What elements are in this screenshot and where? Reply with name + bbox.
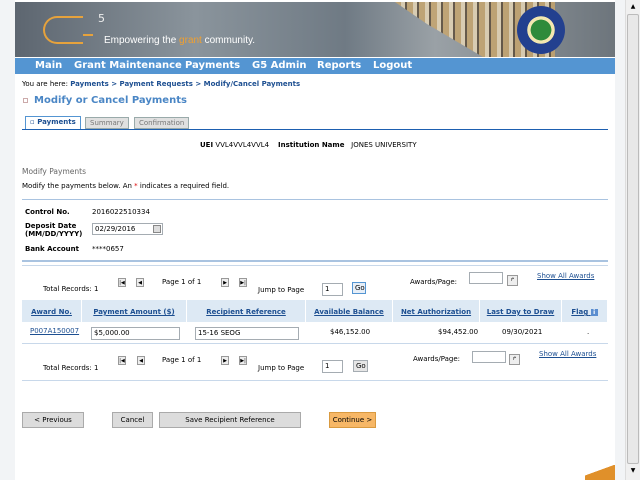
section-title: Modify Payments [22, 167, 86, 176]
first-page-icon[interactable]: |◀ [118, 356, 126, 365]
jump-to-page-input[interactable]: 1 [322, 360, 343, 373]
payment-amount-input[interactable]: $5,000.00 [91, 327, 180, 340]
previous-button[interactable]: < Previous [22, 412, 84, 428]
scroll-down-icon[interactable]: ▼ [626, 464, 640, 478]
awards-per-page-input[interactable] [469, 272, 503, 284]
col-net-authorization[interactable]: Net Authorization [393, 300, 480, 322]
prev-page-icon[interactable]: ◀ [137, 356, 145, 365]
recipient-reference-input[interactable]: 15-16 SEOG [195, 327, 299, 340]
bank-value: ****0657 [92, 245, 124, 253]
last-page-icon[interactable]: ▶| [239, 356, 247, 365]
cancel-button[interactable]: Cancel [112, 412, 153, 428]
continue-button[interactable]: Continue > [329, 412, 376, 428]
go-button[interactable]: Go [352, 282, 366, 294]
col-recipient-reference[interactable]: Recipient Reference [187, 300, 306, 322]
tagline: Empowering the grant community. [104, 35, 256, 46]
instructions: Modify the payments below. An * indicate… [22, 182, 230, 190]
awards-per-page-input[interactable] [472, 351, 506, 363]
jump-to-page-input[interactable]: 1 [322, 283, 343, 296]
vertical-scrollbar[interactable]: ▲ ▼ [625, 0, 640, 480]
institution-info: UEI VVL4VVL4VVL4 Institution Name JONES … [200, 141, 417, 149]
col-last-day-to-draw[interactable]: Last Day to Draw [480, 300, 562, 322]
apply-arrow-icon[interactable]: ↱ [509, 354, 520, 365]
breadcrumb-payment-requests[interactable]: Payment Requests [120, 80, 193, 88]
first-page-icon[interactable]: |◀ [118, 278, 126, 287]
tab-underline [22, 129, 608, 130]
deposit-label: Deposit Date (MM/DD/YYYY) [25, 222, 83, 238]
col-payment-amount[interactable]: Payment Amount ($) [82, 300, 187, 322]
g5-logo [43, 16, 83, 44]
nav-g5-admin[interactable]: G5 Admin [252, 60, 307, 71]
control-label: Control No. [25, 208, 70, 216]
tab-summary[interactable]: Summary [85, 117, 129, 129]
bank-label: Bank Account [25, 245, 79, 253]
save-recipient-reference-button[interactable]: Save Recipient Reference [159, 412, 301, 428]
calendar-icon[interactable] [153, 225, 161, 233]
header-banner: 5 Empowering the grant community. [15, 2, 615, 57]
go-button[interactable]: Go [353, 360, 368, 372]
breadcrumb: You are here: Payments > Payment Request… [22, 80, 301, 88]
main-nav: Main Grant Maintenance Payments G5 Admin… [15, 58, 615, 74]
breadcrumb-payments[interactable]: Payments [70, 80, 109, 88]
tab-payments[interactable]: ▫ Payments [25, 116, 81, 130]
nav-logout[interactable]: Logout [373, 60, 412, 71]
award-link[interactable]: P007A150007 [30, 327, 79, 335]
department-seal [517, 6, 565, 54]
prev-page-icon[interactable]: ◀ [136, 278, 144, 287]
nav-payments[interactable]: Payments [185, 60, 240, 71]
control-value: 2016022510334 [92, 208, 150, 216]
next-page-icon[interactable]: ▶ [221, 278, 229, 287]
breadcrumb-current: Modify/Cancel Payments [203, 80, 301, 88]
info-icon[interactable]: i [590, 309, 598, 316]
next-page-icon[interactable]: ▶ [221, 356, 229, 365]
last-page-icon[interactable]: ▶| [239, 278, 247, 287]
deposit-date-input[interactable]: 02/29/2016 [92, 223, 163, 235]
title-icon [23, 98, 28, 103]
scrollbar-thumb[interactable] [627, 14, 639, 464]
nav-reports[interactable]: Reports [317, 60, 361, 71]
col-available-balance[interactable]: Available Balance [306, 300, 393, 322]
col-award-no[interactable]: Award No. [22, 300, 82, 322]
col-flag[interactable]: Flag i [562, 300, 607, 322]
show-all-awards-link[interactable]: Show All Awards [537, 272, 594, 280]
footer-decoration [585, 465, 615, 480]
show-all-awards-link[interactable]: Show All Awards [539, 350, 596, 358]
nav-main[interactable]: Main [35, 60, 62, 71]
nav-grant-maintenance[interactable]: Grant Maintenance [74, 60, 182, 71]
page-title: Modify or Cancel Payments [34, 95, 187, 106]
tab-confirmation[interactable]: Confirmation [134, 117, 190, 129]
scroll-up-icon[interactable]: ▲ [626, 0, 640, 14]
apply-arrow-icon[interactable]: ↱ [507, 275, 518, 286]
